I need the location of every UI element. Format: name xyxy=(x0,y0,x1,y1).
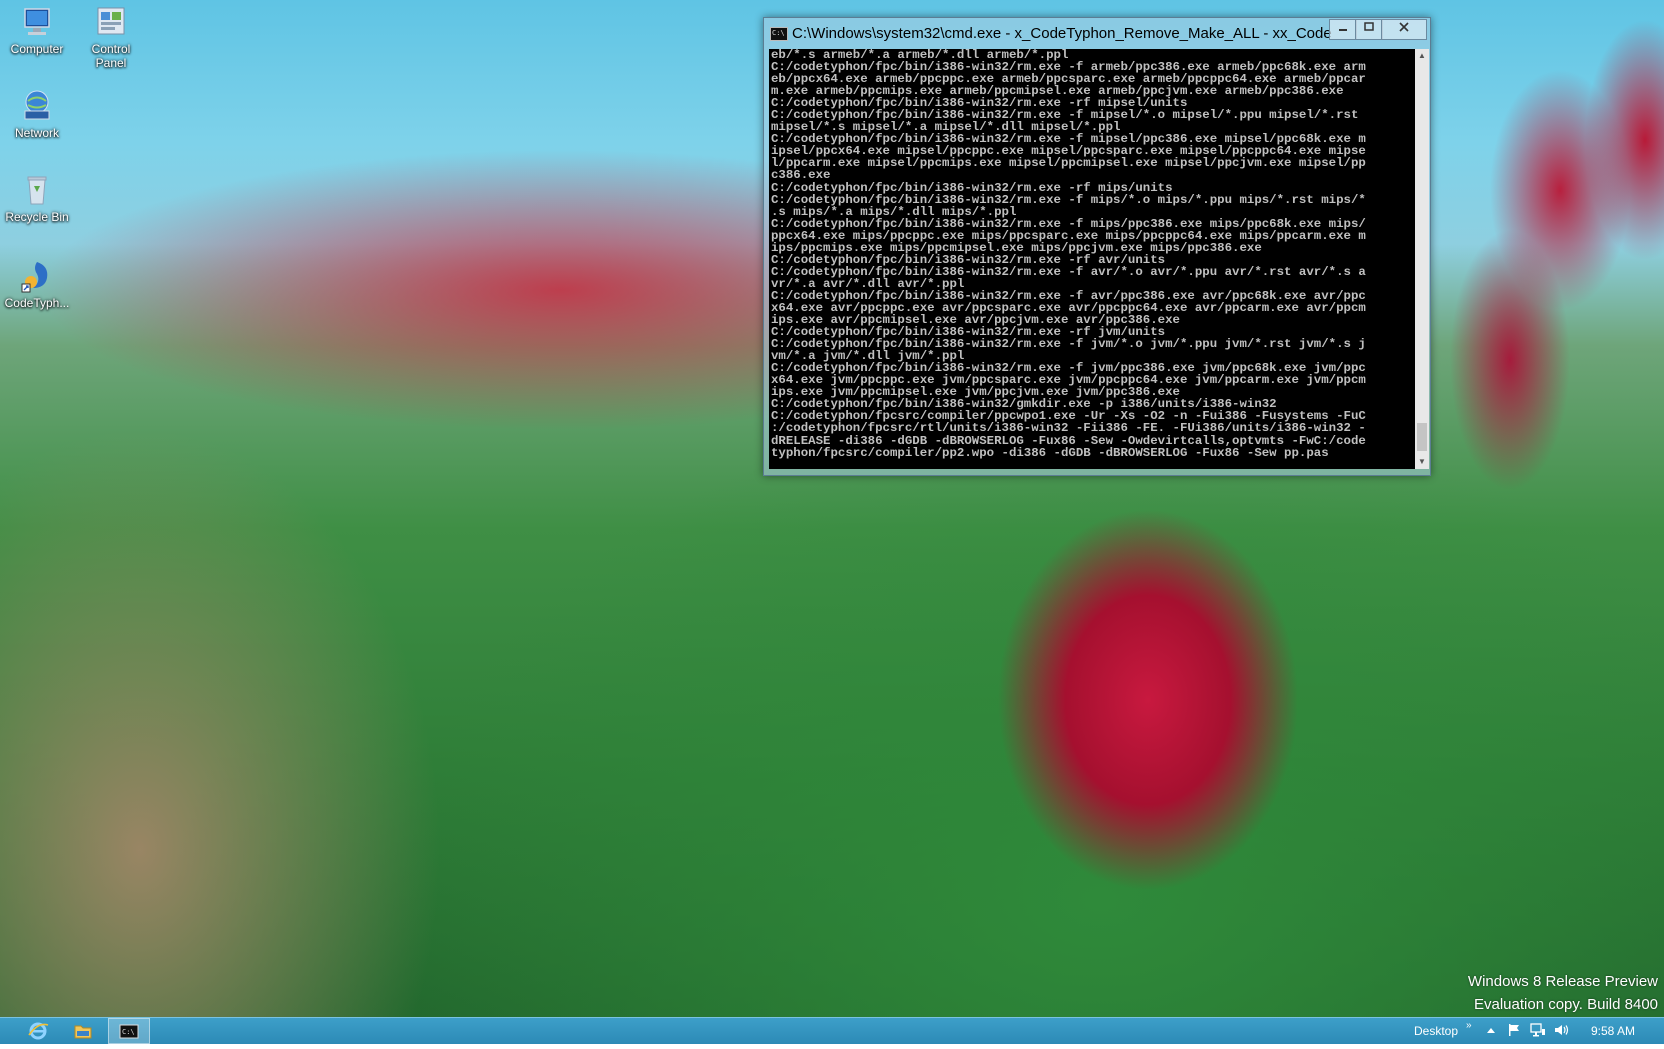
taskbar: C:\ Desktop » 9:58 AM xyxy=(0,1017,1664,1044)
scroll-up-arrow-icon[interactable]: ▲ xyxy=(1415,49,1429,63)
scroll-thumb[interactable] xyxy=(1417,423,1427,451)
taskbar-internet-explorer-button[interactable] xyxy=(16,1018,60,1044)
taskbar-clock[interactable]: 9:58 AM xyxy=(1591,1024,1635,1038)
window-title: C:\Windows\system32\cmd.exe - x_CodeTyph… xyxy=(792,25,1332,42)
maximize-button[interactable] xyxy=(1355,19,1383,40)
vertical-scrollbar[interactable]: ▲ ▼ xyxy=(1415,49,1429,469)
desktop-icon-label: Control Panel xyxy=(91,42,131,70)
windows-watermark: Windows 8 Release Preview Evaluation cop… xyxy=(1468,970,1658,1016)
console-text: eb/*.s armeb/*.a armeb/*.dll armeb/*.ppl… xyxy=(771,49,1366,460)
scroll-down-arrow-icon[interactable]: ▼ xyxy=(1415,455,1429,469)
desktop-icon-network[interactable]: Network xyxy=(0,88,74,140)
svg-text:C:\: C:\ xyxy=(122,1028,135,1036)
desktop-toolbar-label[interactable]: Desktop xyxy=(1414,1024,1458,1038)
desktop-icon-label: CodeTyph... xyxy=(4,296,70,310)
computer-icon xyxy=(24,8,50,35)
network-status-icon[interactable] xyxy=(1530,1023,1546,1040)
action-center-flag-icon[interactable] xyxy=(1507,1023,1521,1040)
internet-explorer-icon xyxy=(28,1022,49,1040)
watermark-line2: Evaluation copy. Build 8400 xyxy=(1473,996,1658,1013)
taskbar-cmd-button[interactable]: C:\ xyxy=(108,1018,150,1044)
desktop-icon-codetyphon[interactable]: CodeTyph... xyxy=(0,258,74,310)
recycle-bin-icon xyxy=(27,176,47,205)
taskbar-file-explorer-button[interactable] xyxy=(61,1018,105,1044)
desktop-icon-computer[interactable]: Computer xyxy=(0,4,74,56)
close-icon xyxy=(1399,22,1409,32)
desktop-icon-control-panel[interactable]: Control Panel xyxy=(74,4,148,70)
maximize-icon xyxy=(1364,22,1374,31)
desktop-icon-recycle-bin[interactable]: Recycle Bin xyxy=(0,172,74,224)
control-panel-icon xyxy=(97,7,125,35)
cmd-window-icon[interactable]: C:\ xyxy=(770,27,788,41)
window-titlebar[interactable]: C:\ C:\Windows\system32\cmd.exe - x_Code… xyxy=(764,18,1430,48)
volume-icon[interactable] xyxy=(1554,1023,1570,1040)
cmd-window[interactable]: C:\ C:\Windows\system32\cmd.exe - x_Code… xyxy=(763,17,1431,476)
toolbar-chevron-icon[interactable]: » xyxy=(1466,1020,1472,1031)
file-explorer-icon xyxy=(74,1025,92,1039)
close-button[interactable] xyxy=(1381,19,1427,40)
watermark-line1: Windows 8 Release Preview xyxy=(1467,973,1658,990)
cmd-icon: C:\ xyxy=(119,1024,139,1039)
codetyphon-icon xyxy=(21,262,48,293)
minimize-button[interactable] xyxy=(1329,19,1357,40)
network-icon xyxy=(24,90,50,120)
desktop-icon-label: Computer xyxy=(10,42,64,56)
minimize-icon xyxy=(1339,29,1347,31)
desktop-icon-label: Recycle Bin xyxy=(5,210,69,224)
desktop-icon-label: Network xyxy=(14,126,59,140)
show-hidden-icons-icon[interactable] xyxy=(1486,1023,1496,1040)
console-output[interactable]: eb/*.s armeb/*.a armeb/*.dll armeb/*.ppl… xyxy=(769,49,1415,469)
